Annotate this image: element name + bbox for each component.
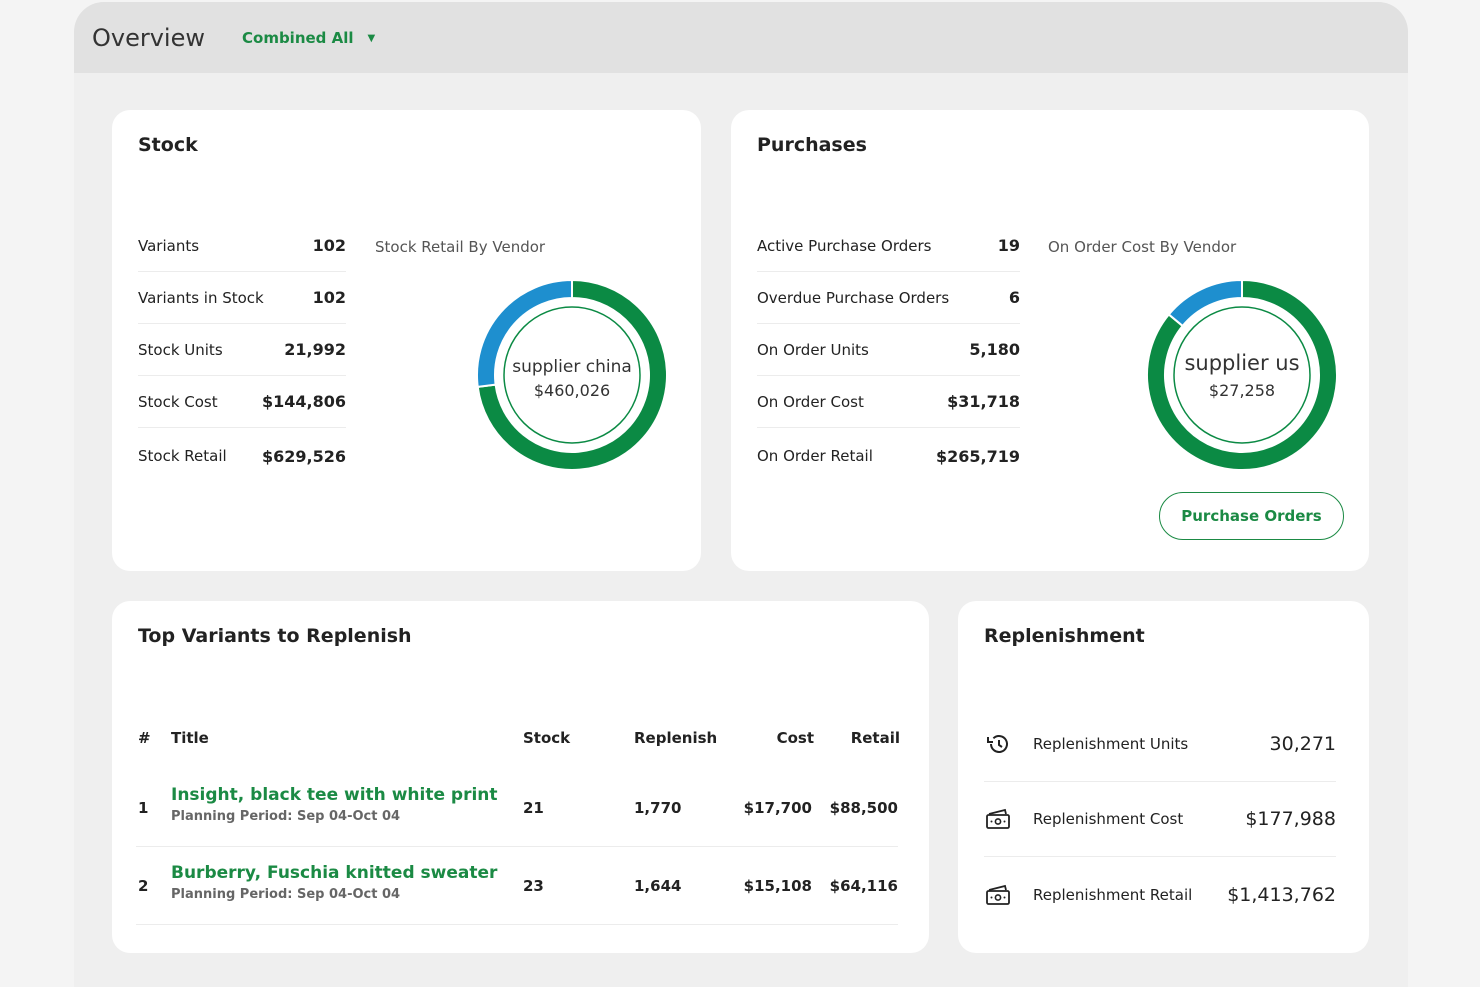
column-header-number: # <box>138 729 151 747</box>
replenishment-label: Replenishment Cost <box>1033 810 1184 828</box>
replenishment-row: Replenishment Retail $1,413,762 <box>984 857 1336 932</box>
column-header-cost[interactable]: Cost <box>777 729 814 747</box>
top-variants-title: Top Variants to Replenish <box>138 625 412 647</box>
stat-row: Stock Retail $629,526 <box>138 430 346 482</box>
purchase-orders-button[interactable]: Purchase Orders <box>1159 492 1344 540</box>
stat-value: 102 <box>312 288 346 307</box>
stat-label: Active Purchase Orders <box>757 236 932 255</box>
stat-row: Variants in Stock 102 <box>138 272 346 324</box>
stat-value: 5,180 <box>969 340 1020 359</box>
table-row[interactable]: 1 Insight, black tee with white print Pl… <box>136 769 898 847</box>
replenish-value: 1,644 <box>634 877 682 895</box>
top-variants-card: Top Variants to Replenish # Title Stock … <box>112 601 929 953</box>
replenishment-value: $1,413,762 <box>1227 883 1336 906</box>
stat-row: Stock Units 21,992 <box>138 324 346 376</box>
stat-value: 6 <box>1008 288 1020 307</box>
stat-value: $265,719 <box>935 446 1020 466</box>
top-bar: Overview Combined All ▼ <box>74 2 1408 73</box>
stat-row: Overdue Purchase Orders 6 <box>757 272 1020 324</box>
stat-label: Overdue Purchase Orders <box>757 288 950 307</box>
donut-center-value: $460,026 <box>534 381 610 400</box>
retail-value: $64,116 <box>829 877 898 895</box>
stat-value: 21,992 <box>284 340 346 359</box>
caret-down-icon: ▼ <box>367 32 376 44</box>
stat-row: Stock Cost $144,806 <box>138 376 346 428</box>
replenishment-label: Replenishment Retail <box>1033 885 1193 904</box>
stat-value: $31,718 <box>947 392 1020 411</box>
stat-label: On Order Units <box>757 340 869 359</box>
stock-chart-label: Stock Retail By Vendor <box>375 238 546 256</box>
stat-row: On Order Cost $31,718 <box>757 376 1020 428</box>
replenishment-label: Replenishment Units <box>1033 735 1189 753</box>
donut-segments <box>1146 278 1338 471</box>
stat-label: Variants in Stock <box>138 288 264 307</box>
replenishment-row: Replenishment Units 30,271 <box>984 707 1336 782</box>
stat-label: On Order Cost <box>757 392 864 411</box>
donut-inner-ring <box>1173 306 1311 444</box>
row-number: 1 <box>138 799 149 817</box>
stat-row: On Order Units 5,180 <box>757 324 1020 376</box>
row-number: 2 <box>138 877 149 895</box>
column-header-title[interactable]: Title <box>171 729 209 747</box>
planning-period: Planning Period: Sep 04-Oct 04 <box>171 887 401 902</box>
purchases-card-title: Purchases <box>757 134 867 156</box>
retail-value: $88,500 <box>829 799 898 817</box>
stat-label: Stock Units <box>138 340 223 359</box>
variant-title-link[interactable]: Insight, black tee with white print <box>171 785 498 805</box>
history-icon <box>984 732 1012 756</box>
stat-label: Variants <box>138 236 200 255</box>
stat-row: Active Purchase Orders 19 <box>757 220 1020 272</box>
donut-center-value: $27,258 <box>1209 381 1275 400</box>
stock-value: 21 <box>523 799 544 817</box>
replenishment-value: 30,271 <box>1269 733 1336 755</box>
replenishment-title: Replenishment <box>984 625 1145 647</box>
app-frame: Overview Combined All ▼ Stock Variants 1… <box>74 2 1408 987</box>
stat-label: Stock Retail <box>138 447 227 465</box>
column-header-replenish[interactable]: Replenish <box>634 729 717 747</box>
stat-label: On Order Retail <box>757 447 873 465</box>
column-header-retail[interactable]: Retail <box>851 729 900 747</box>
page-title: Overview <box>92 24 205 52</box>
replenishment-card: Replenishment Replenishment Units 30,271… <box>958 601 1369 953</box>
stock-card: Stock Variants 102 Variants in Stock 102… <box>112 110 701 571</box>
cash-icon <box>984 883 1012 907</box>
purchases-card: Purchases Active Purchase Orders 19 Over… <box>731 110 1369 571</box>
cost-value: $17,700 <box>743 799 812 817</box>
cost-value: $15,108 <box>743 877 812 895</box>
stock-card-title: Stock <box>138 134 198 156</box>
scope-dropdown[interactable]: Combined All ▼ <box>242 29 375 47</box>
donut-center-name: supplier us <box>1184 351 1299 375</box>
donut-segment[interactable] <box>1167 278 1243 328</box>
stat-label: Stock Cost <box>138 392 218 411</box>
donut-center-name: supplier china <box>512 357 632 377</box>
planning-period: Planning Period: Sep 04-Oct 04 <box>171 809 401 824</box>
table-row[interactable]: 2 Burberry, Fuschia knitted sweater Plan… <box>136 847 898 925</box>
stock-donut-chart[interactable]: supplier china $460,026 <box>472 275 672 475</box>
purchases-donut-chart[interactable]: supplier us $27,258 <box>1142 275 1342 475</box>
stock-value: 23 <box>523 877 544 895</box>
stat-value: 19 <box>997 236 1020 255</box>
replenishment-row: Replenishment Cost $177,988 <box>984 782 1336 857</box>
variant-title-link[interactable]: Burberry, Fuschia knitted sweater <box>171 863 497 883</box>
stat-row: On Order Retail $265,719 <box>757 430 1020 482</box>
stat-value: $629,526 <box>261 446 346 466</box>
replenish-value: 1,770 <box>634 799 682 817</box>
cash-icon <box>984 807 1012 831</box>
stat-row: Variants 102 <box>138 220 346 272</box>
purchases-chart-label: On Order Cost By Vendor <box>1048 238 1237 256</box>
column-header-stock[interactable]: Stock <box>523 729 570 747</box>
replenishment-value: $177,988 <box>1245 808 1336 830</box>
scope-dropdown-label: Combined All <box>242 29 354 47</box>
stat-value: $144,806 <box>261 392 346 411</box>
stat-value: 102 <box>312 236 346 255</box>
